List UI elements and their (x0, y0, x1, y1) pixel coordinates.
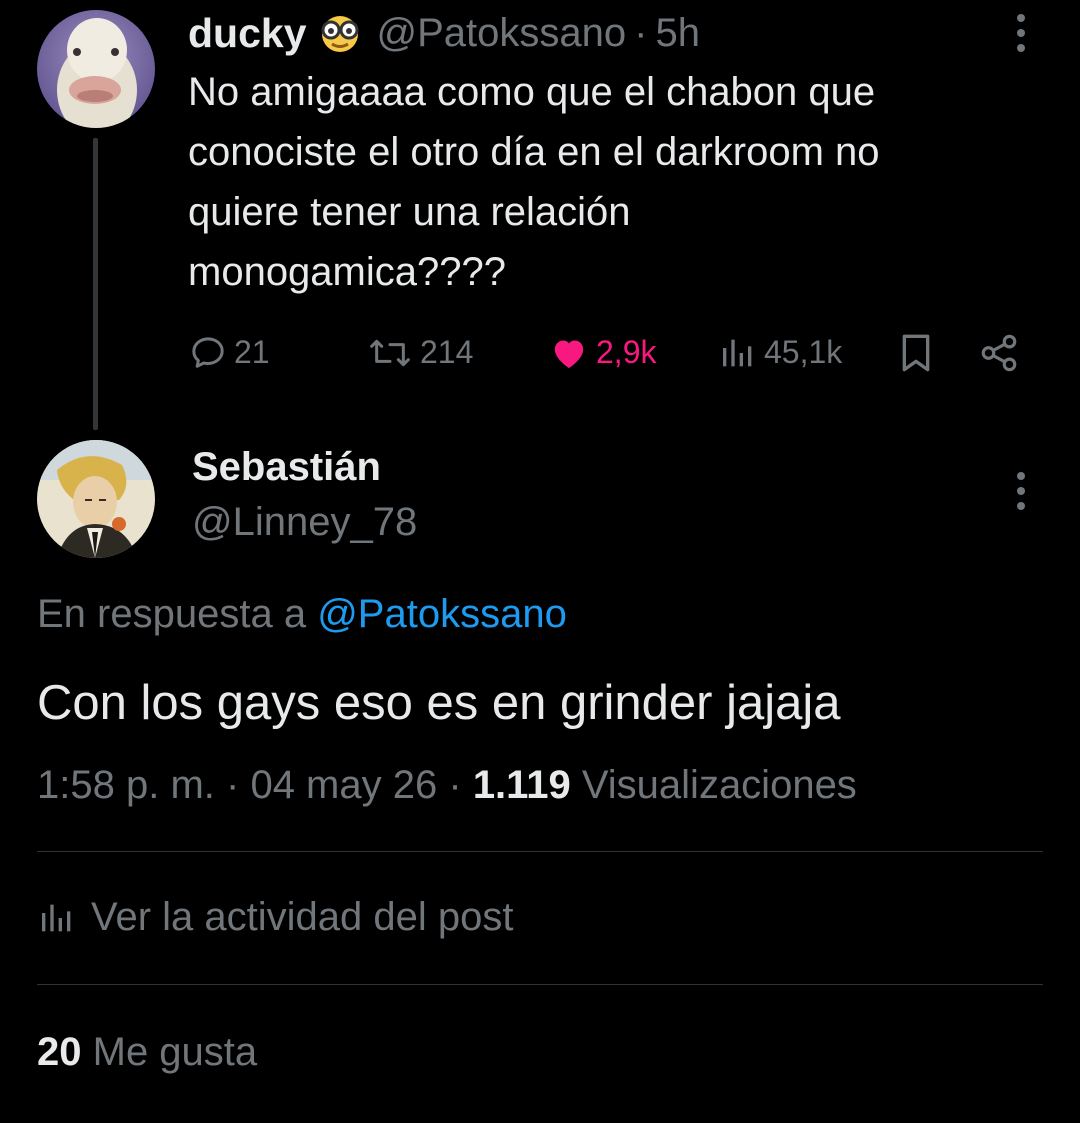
parent-text-line: conociste el otro día en el darkroom no (188, 130, 880, 174)
views-label: Visualizaciones (581, 763, 857, 807)
parent-display-name[interactable]: ducky (188, 10, 307, 57)
likes-count: 20 (37, 1030, 82, 1074)
views-button[interactable]: 45,1k (718, 325, 842, 380)
avatar-sebastian[interactable] (37, 440, 155, 558)
parent-text-line: No amigaaaa como que el chabon que (188, 70, 876, 114)
parent-more-options-button[interactable] (1006, 14, 1036, 52)
divider (37, 984, 1043, 985)
reply-button[interactable]: 21 (188, 325, 270, 380)
nerd-glasses-emoji-icon (317, 13, 363, 53)
reply-tweet-text: Con los gays eso es en grinder jajaja (37, 676, 841, 730)
reply-time[interactable]: 1:58 p. m. (37, 763, 215, 807)
views-count: 45,1k (764, 334, 843, 370)
views-chart-icon (723, 339, 752, 366)
share-icon (981, 334, 1017, 371)
reply-meta-line: 1:58 p. m. · 04 may 26 · 1.119 Visualiza… (37, 763, 857, 808)
reply-to-prefix: En respuesta a (37, 592, 307, 636)
likes-label: Me gusta (92, 1030, 258, 1074)
reply-to-handle-link[interactable]: @Patokssano (317, 592, 567, 636)
post-activity-link[interactable]: Ver la actividad del post (37, 895, 513, 940)
reply-date[interactable]: 04 may 26 (250, 763, 437, 807)
like-button[interactable]: 2,9k (548, 325, 656, 380)
repost-button[interactable]: 214 (366, 325, 473, 380)
share-button[interactable] (978, 325, 1020, 380)
reply-icon (192, 336, 224, 368)
post-activity-label: Ver la actividad del post (91, 895, 514, 939)
activity-chart-icon (42, 904, 71, 931)
views-total: 1.119 (472, 763, 571, 807)
repost-count: 214 (420, 334, 474, 370)
separator-dot: · (448, 763, 462, 807)
parent-text-line: monogamica???? (188, 250, 506, 294)
repost-icon (370, 339, 410, 366)
parent-text-line: quiere tener una relación (188, 190, 631, 234)
parent-tweet-text: No amigaaaa como que el chabon que conoc… (188, 62, 1048, 302)
parent-timestamp[interactable]: 5h (655, 11, 700, 56)
separator-dot: · (226, 763, 240, 807)
heart-filled-icon (554, 340, 584, 368)
bookmark-icon (902, 334, 930, 371)
reply-handle[interactable]: @Linney_78 (192, 500, 417, 545)
separator-dot: · (634, 10, 648, 55)
likes-summary[interactable]: 20 Me gusta (37, 1030, 257, 1075)
divider (37, 851, 1043, 852)
reply-to-line: En respuesta a @Patokssano (37, 592, 567, 637)
thread-connector-line (93, 138, 98, 430)
bookmark-button[interactable] (896, 325, 936, 380)
parent-tweet-header: ducky @Patokssano · 5h (188, 8, 700, 58)
parent-handle[interactable]: @Patokssano (377, 11, 627, 56)
parent-action-bar: 21 214 2,9k 45,1k (0, 325, 1080, 380)
reply-more-options-button[interactable] (1006, 472, 1036, 510)
reply-display-name[interactable]: Sebastián (192, 445, 381, 490)
reply-count: 21 (234, 334, 270, 370)
like-count: 2,9k (596, 334, 657, 370)
avatar-ducky[interactable] (37, 10, 155, 128)
